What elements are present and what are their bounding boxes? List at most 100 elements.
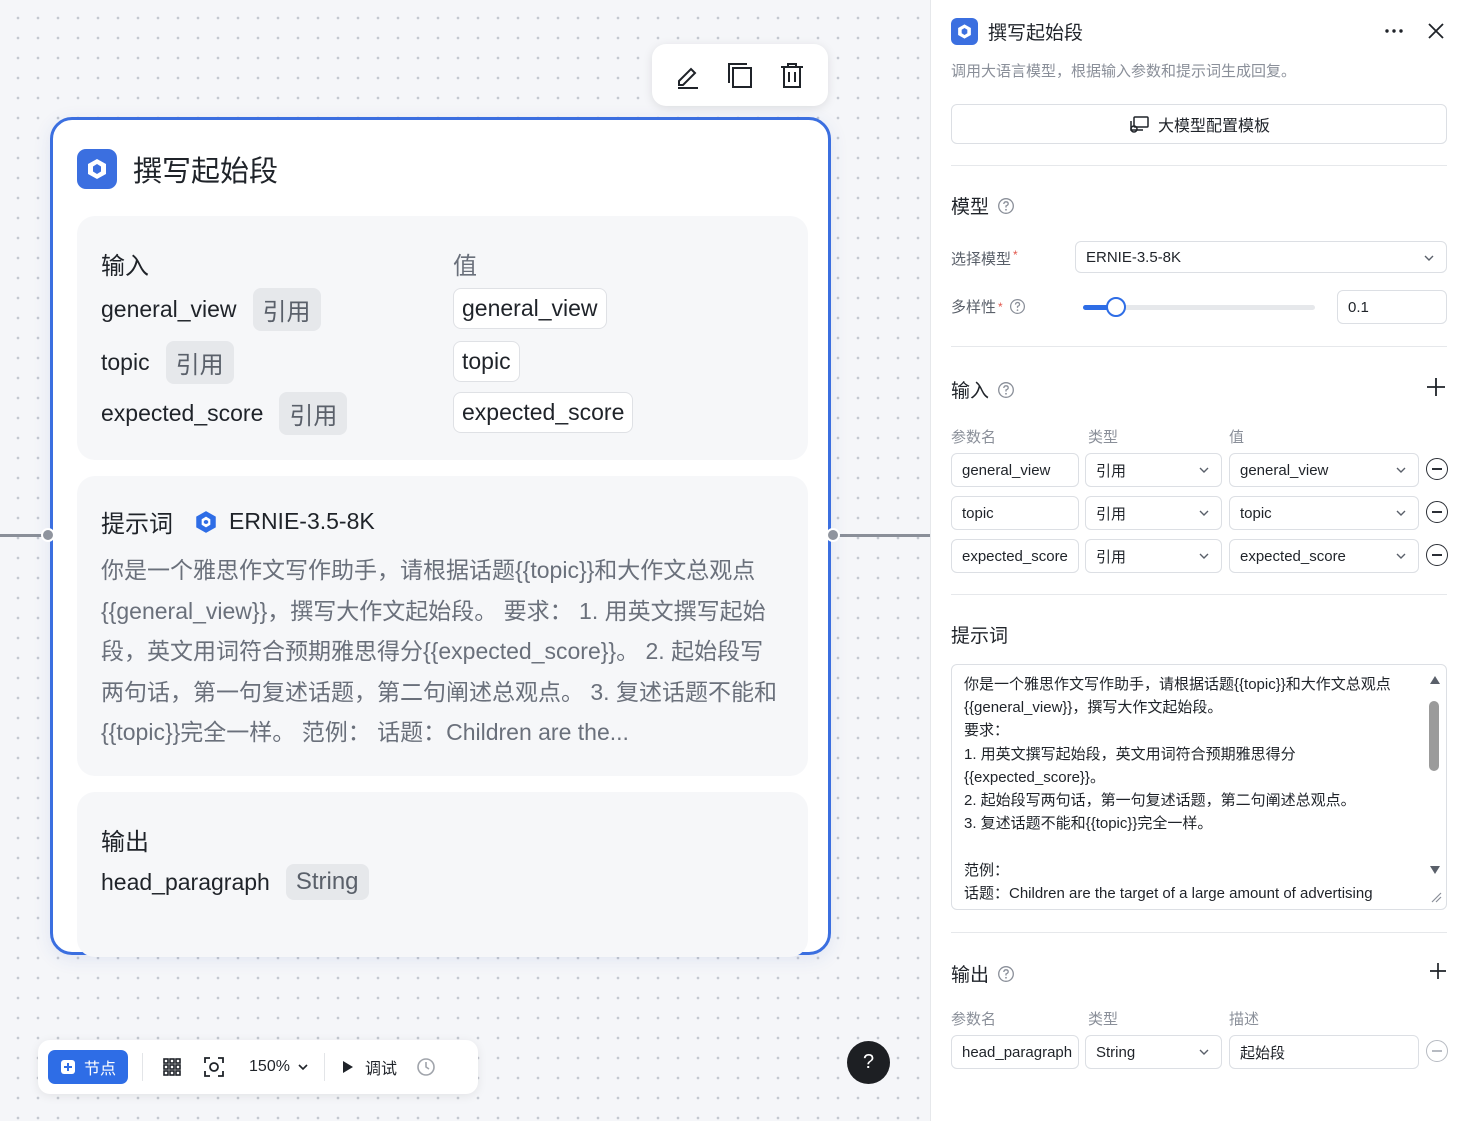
value-header: 值 — [453, 253, 477, 280]
prompt-text: 你是一个雅思作文写作助手，请根据话题{{topic}}和大作文总观点{{gene… — [964, 676, 1391, 902]
output-param-name: head_paragraph — [101, 868, 270, 895]
input-row: expected_score 引用 — [101, 392, 348, 435]
plus-icon — [61, 1060, 75, 1074]
workflow-canvas[interactable]: 撰写起始段 输入 值 general_view 引用 general_view … — [0, 0, 930, 1121]
resize-handle-icon[interactable] — [1430, 891, 1442, 903]
scroll-down-icon[interactable] — [1429, 865, 1441, 875]
add-output-icon[interactable] — [1429, 962, 1447, 985]
help-circle-icon[interactable] — [1009, 298, 1026, 315]
model-section-label: 模型 — [951, 197, 990, 218]
remove-input-icon[interactable] — [1426, 458, 1448, 480]
divider — [951, 594, 1447, 595]
edit-icon[interactable] — [672, 59, 704, 91]
chevron-down-icon — [1396, 553, 1406, 559]
prompt-scrollbar[interactable] — [1424, 665, 1446, 909]
remove-input-icon[interactable] — [1426, 501, 1448, 523]
output-type-tag: String — [285, 864, 369, 900]
model-select-value: ERNIE-3.5-8K — [1086, 248, 1182, 266]
delete-icon[interactable] — [776, 59, 808, 91]
input-section-title: 输入 — [951, 376, 1015, 403]
node-toolbar — [652, 44, 828, 106]
zoom-select[interactable]: 150% — [249, 1058, 310, 1076]
input-param-name: topic — [101, 349, 150, 375]
param-name-input[interactable]: topic — [951, 496, 1079, 530]
param-name-input[interactable]: expected_score — [951, 539, 1079, 573]
input-row: topic 引用 — [101, 341, 234, 384]
debug-label: 调试 — [364, 1061, 397, 1078]
history-icon[interactable] — [411, 1052, 441, 1082]
model-section-title: 模型 — [951, 192, 1015, 219]
chevron-down-icon — [1199, 510, 1209, 516]
param-type-select[interactable]: 引用 — [1085, 539, 1222, 573]
output-handle[interactable] — [826, 528, 840, 542]
slider-thumb[interactable] — [1106, 297, 1127, 317]
output-type-select[interactable]: String — [1085, 1035, 1222, 1069]
chevron-down-icon — [1396, 510, 1406, 516]
col-param-name: 参数名 — [951, 1011, 997, 1028]
col-type: 类型 — [1088, 1011, 1119, 1028]
diversity-input[interactable]: 0.1 — [1337, 290, 1447, 324]
llm-node-card[interactable]: 撰写起始段 输入 值 general_view 引用 general_view … — [50, 117, 831, 957]
col-value: 值 — [1229, 429, 1245, 446]
add-node-label: 节点 — [84, 1061, 117, 1078]
param-type-select[interactable]: 引用 — [1085, 453, 1222, 487]
node-title: 撰写起始段 — [133, 156, 279, 188]
model-select[interactable]: ERNIE-3.5-8K — [1075, 241, 1447, 273]
prompt-textarea[interactable]: 你是一个雅思作文写作助手，请根据话题{{topic}}和大作文总观点{{gene… — [951, 664, 1447, 910]
node-output-section: 输出 head_paragraph String — [77, 792, 808, 957]
more-options-icon[interactable] — [1383, 20, 1405, 47]
input-param-name: general_view — [101, 296, 237, 322]
scroll-up-icon[interactable] — [1429, 675, 1441, 685]
help-circle-icon[interactable] — [997, 965, 1015, 983]
remove-input-icon[interactable] — [1426, 544, 1448, 566]
divider — [951, 346, 1447, 347]
input-type-tag: 引用 — [165, 341, 234, 384]
output-desc-input[interactable]: 起始段 — [1229, 1035, 1419, 1069]
panel-title: 撰写起始段 — [988, 23, 1084, 44]
chevron-down-icon — [1199, 467, 1209, 473]
fit-view-icon[interactable] — [199, 1052, 229, 1082]
input-value-chip: general_view — [453, 288, 607, 329]
chevron-down-icon — [1396, 467, 1406, 473]
copy-icon[interactable] — [724, 59, 756, 91]
diversity-value: 0.1 — [1348, 298, 1369, 316]
node-input-section: 输入 值 general_view 引用 general_view topic … — [77, 216, 808, 460]
help-button[interactable]: ? — [847, 1041, 890, 1084]
diversity-slider[interactable] — [1083, 296, 1315, 318]
add-input-icon[interactable] — [1425, 376, 1447, 403]
play-icon — [342, 1061, 353, 1073]
canvas-bottom-toolbar: 节点 150% 调试 — [38, 1040, 478, 1094]
grid-icon[interactable] — [157, 1052, 187, 1082]
col-param-name: 参数名 — [951, 429, 997, 446]
output-row: head_paragraph String — [101, 864, 369, 900]
input-param-name: expected_score — [101, 400, 264, 426]
param-name-input[interactable]: general_view — [951, 453, 1079, 487]
prompt-label: 提示词 — [101, 511, 173, 538]
col-type: 类型 — [1088, 429, 1119, 446]
chevron-down-icon — [1199, 1049, 1209, 1055]
scrollbar-thumb[interactable] — [1429, 701, 1439, 771]
model-name: ERNIE-3.5-8K — [229, 508, 375, 534]
close-icon[interactable] — [1425, 20, 1447, 47]
input-handle[interactable] — [41, 528, 55, 542]
outgoing-edge — [834, 534, 930, 537]
param-type-select[interactable]: 引用 — [1085, 496, 1222, 530]
model-template-label: 大模型配置模板 — [1157, 118, 1270, 135]
output-section-title: 输出 — [951, 960, 1015, 987]
model-template-button[interactable]: 大模型配置模板 — [951, 104, 1447, 144]
input-type-tag: 引用 — [252, 288, 321, 331]
param-value-select[interactable]: topic — [1229, 496, 1419, 530]
param-value-select[interactable]: expected_score — [1229, 539, 1419, 573]
help-circle-icon[interactable] — [997, 381, 1015, 399]
add-node-button[interactable]: 节点 — [48, 1050, 129, 1084]
prompt-preview-text: 你是一个雅思作文写作助手，请根据话题{{topic}}和大作文总观点{{gene… — [101, 557, 777, 745]
panel-description: 调用大语言模型，根据输入参数和提示词生成回复。 — [951, 63, 1297, 80]
output-name-input[interactable]: head_paragraph — [951, 1035, 1079, 1069]
param-value-select[interactable]: general_view — [1229, 453, 1419, 487]
help-circle-icon[interactable] — [997, 197, 1015, 215]
divider — [323, 1053, 325, 1081]
debug-button[interactable]: 调试 — [339, 1055, 397, 1079]
input-label: 输入 — [101, 253, 149, 280]
diversity-label: 多样性 * — [951, 296, 1026, 317]
select-model-label: 选择模型 * — [951, 248, 1018, 268]
